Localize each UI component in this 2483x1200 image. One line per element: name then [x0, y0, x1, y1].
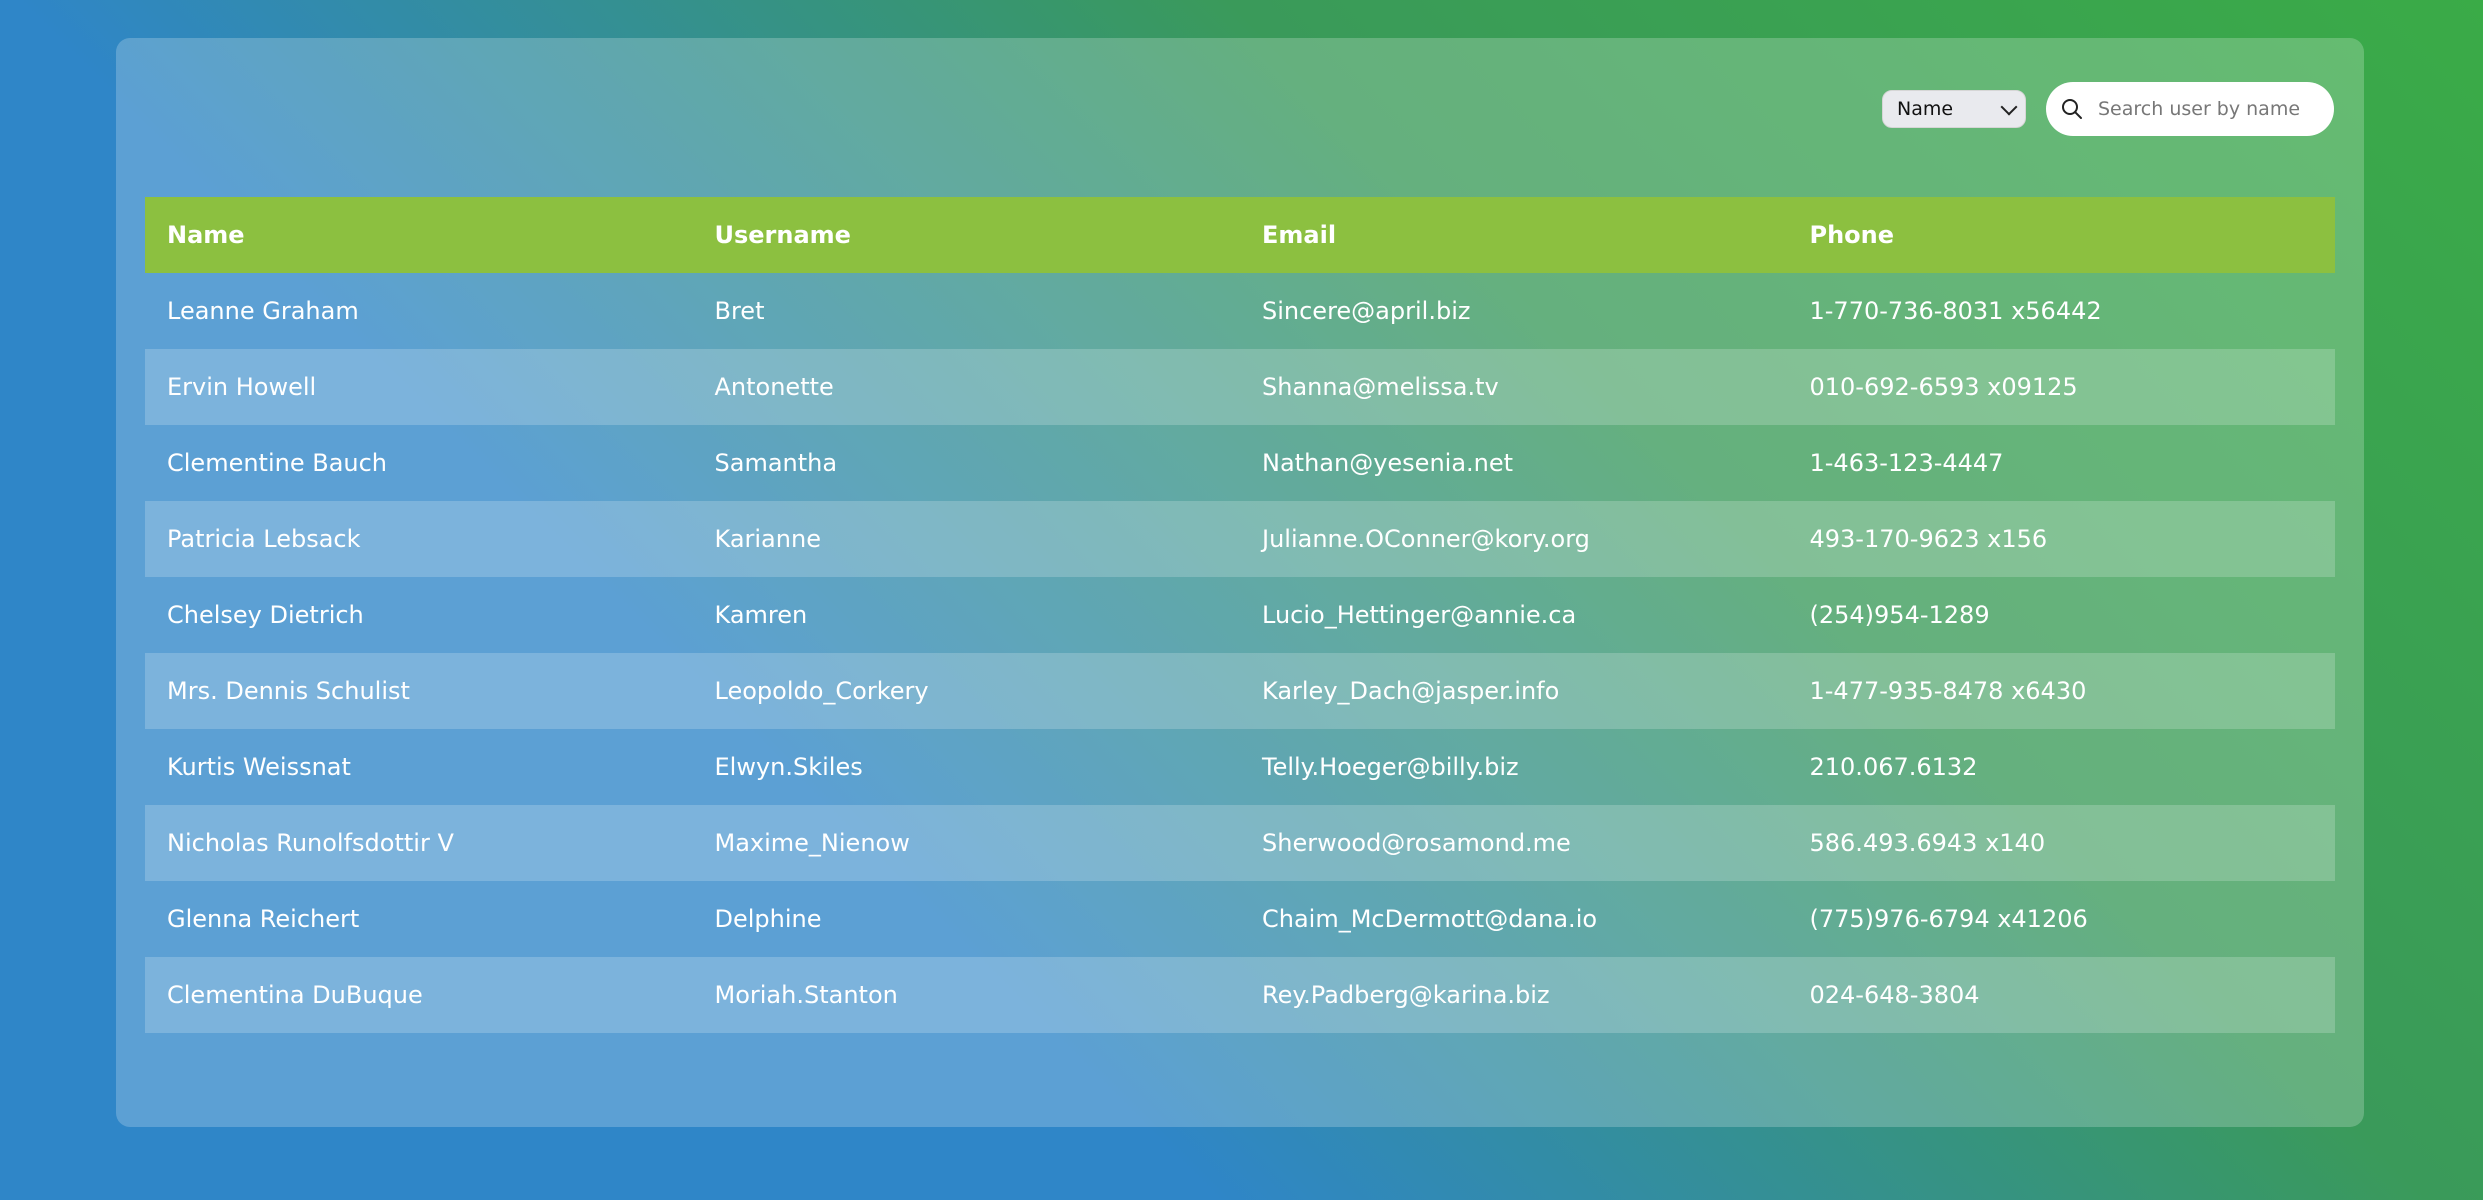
column-header-username[interactable]: Username: [693, 221, 1241, 249]
cell-username: Kamren: [714, 601, 808, 629]
cell-username: Antonette: [714, 373, 834, 401]
cell-email: Shanna@melissa.tv: [1262, 373, 1499, 401]
cell-name: Clementine Bauch: [167, 449, 388, 477]
cell-phone: (775)976-6794 x41206: [1809, 905, 2088, 933]
cell-username: Elwyn.Skiles: [714, 753, 863, 781]
cell-email: Lucio_Hettinger@annie.ca: [1262, 601, 1577, 629]
filter-select-value: Name: [1897, 98, 1954, 120]
toolbar: Name: [1882, 82, 2334, 136]
search-icon: [2062, 99, 2082, 119]
cell-username: Moriah.Stanton: [714, 981, 898, 1009]
search-box[interactable]: [2046, 82, 2334, 136]
column-header-name[interactable]: Name: [145, 221, 693, 249]
cell-username: Bret: [714, 297, 765, 325]
cell-phone: 586.493.6943 x140: [1809, 829, 2046, 857]
cell-email: Chaim_McDermott@dana.io: [1262, 905, 1598, 933]
table-row[interactable]: Clementina DuBuque Moriah.Stanton Rey.Pa…: [145, 957, 2335, 1033]
cell-phone: 1-477-935-8478 x6430: [1809, 677, 2087, 705]
cell-name: Chelsey Dietrich: [167, 601, 364, 629]
cell-username: Maxime_Nienow: [714, 829, 910, 857]
cell-email: Karley_Dach@jasper.info: [1262, 677, 1560, 705]
cell-name: Nicholas Runolfsdottir V: [167, 829, 454, 857]
cell-name: Kurtis Weissnat: [167, 753, 351, 781]
cell-email: Sherwood@rosamond.me: [1262, 829, 1571, 857]
cell-username: Samantha: [714, 449, 838, 477]
cell-phone: 1-770-736-8031 x56442: [1809, 297, 2102, 325]
cell-email: Rey.Padberg@karina.biz: [1262, 981, 1550, 1009]
column-header-email[interactable]: Email: [1240, 221, 1788, 249]
table-row[interactable]: Clementine Bauch Samantha Nathan@yesenia…: [145, 425, 2335, 501]
cell-username: Delphine: [714, 905, 822, 933]
table-row[interactable]: Leanne Graham Bret Sincere@april.biz 1-7…: [145, 273, 2335, 349]
table-header-row: Name Username Email Phone: [145, 197, 2335, 273]
table-row[interactable]: Kurtis Weissnat Elwyn.Skiles Telly.Hoege…: [145, 729, 2335, 805]
column-header-phone[interactable]: Phone: [1788, 221, 2336, 249]
cell-phone: 493-170-9623 x156: [1809, 525, 2048, 553]
cell-name: Ervin Howell: [167, 373, 317, 401]
table-row[interactable]: Ervin Howell Antonette Shanna@melissa.tv…: [145, 349, 2335, 425]
cell-name: Clementina DuBuque: [167, 981, 423, 1009]
users-table: Name Username Email Phone Leanne Graham …: [145, 197, 2335, 1033]
chevron-down-icon: [2000, 98, 2018, 115]
cell-username: Karianne: [714, 525, 821, 553]
cell-phone: 024-648-3804: [1809, 981, 1980, 1009]
cell-name: Patricia Lebsack: [167, 525, 361, 553]
table-row[interactable]: Glenna Reichert Delphine Chaim_McDermott…: [145, 881, 2335, 957]
cell-email: Sincere@april.biz: [1262, 297, 1471, 325]
cell-username: Leopoldo_Corkery: [714, 677, 929, 705]
cell-name: Glenna Reichert: [167, 905, 360, 933]
cell-email: Nathan@yesenia.net: [1262, 449, 1514, 477]
users-panel: Name Name Username Email Phone Leanne Gr…: [116, 38, 2364, 1127]
table-row[interactable]: Chelsey Dietrich Kamren Lucio_Hettinger@…: [145, 577, 2335, 653]
cell-name: Leanne Graham: [167, 297, 359, 325]
search-input[interactable]: [2096, 97, 2320, 121]
filter-select[interactable]: Name: [1882, 90, 2026, 128]
table-row[interactable]: Patricia Lebsack Karianne Julianne.OConn…: [145, 501, 2335, 577]
cell-email: Telly.Hoeger@billy.biz: [1262, 753, 1519, 781]
cell-phone: (254)954-1289: [1809, 601, 1990, 629]
cell-email: Julianne.OConner@kory.org: [1262, 525, 1590, 553]
cell-phone: 1-463-123-4447: [1809, 449, 2004, 477]
cell-phone: 210.067.6132: [1809, 753, 1978, 781]
cell-phone: 010-692-6593 x09125: [1809, 373, 2078, 401]
table-row[interactable]: Mrs. Dennis Schulist Leopoldo_Corkery Ka…: [145, 653, 2335, 729]
table-row[interactable]: Nicholas Runolfsdottir V Maxime_Nienow S…: [145, 805, 2335, 881]
cell-name: Mrs. Dennis Schulist: [167, 677, 410, 705]
